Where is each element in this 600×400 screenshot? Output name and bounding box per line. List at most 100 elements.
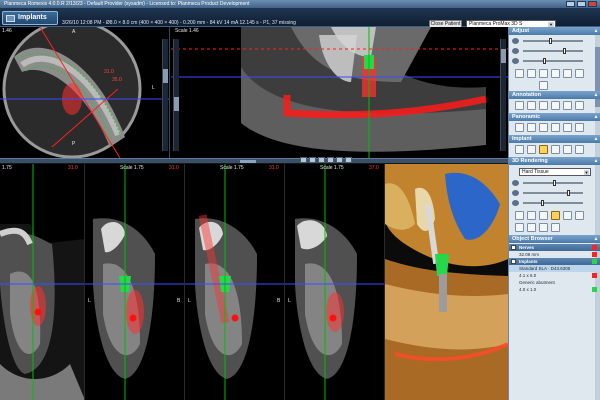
ruler-icon[interactable] — [515, 101, 524, 110]
color-swatch[interactable] — [592, 259, 597, 264]
render-color-icon[interactable] — [539, 211, 548, 220]
collapse-icon[interactable]: ▲ — [593, 158, 599, 164]
object-group-implants[interactable]: Implants — [509, 258, 600, 265]
maximize-icon[interactable] — [577, 1, 586, 7]
add-implant-icon[interactable] — [515, 145, 524, 154]
object-item[interactable]: 4.0 x 1.0 — [509, 286, 600, 293]
contrast-knob[interactable] — [563, 48, 566, 54]
object-group-nerves[interactable]: Nerves — [509, 244, 600, 251]
threshold-knob[interactable] — [567, 190, 570, 196]
section-annotation[interactable]: Annotation ▲ — [509, 91, 600, 99]
splitter-grip[interactable] — [240, 160, 256, 163]
layout-5-icon[interactable] — [336, 157, 343, 163]
collapse-icon[interactable]: ▲ — [593, 136, 599, 142]
render-soft-icon[interactable] — [563, 211, 572, 220]
layout-1-icon[interactable] — [300, 157, 307, 163]
color-swatch[interactable] — [592, 252, 597, 257]
opacity-slider[interactable] — [523, 180, 583, 186]
render-snapshot-icon[interactable] — [515, 223, 524, 232]
pano-export-icon[interactable] — [575, 123, 584, 132]
layout-3-icon[interactable] — [318, 157, 325, 163]
panel-scrollbar[interactable] — [595, 27, 600, 400]
render-view-icon[interactable] — [515, 211, 524, 220]
collapse-icon[interactable]: ▲ — [593, 114, 599, 120]
cross-section-view-1[interactable]: 1.75 31.0 — [0, 164, 85, 400]
checkbox[interactable] — [511, 259, 516, 264]
remove-implant-icon[interactable] — [575, 145, 584, 154]
object-item[interactable]: 4.1 x 6.0 — [509, 272, 600, 279]
render-bone-icon[interactable] — [551, 211, 560, 220]
text-icon[interactable] — [539, 101, 548, 110]
delete-annotation-icon[interactable] — [575, 101, 584, 110]
collapse-icon[interactable]: ▲ — [593, 236, 599, 242]
cross-section-view-4[interactable]: Scale 1.75 37.0 L — [285, 164, 385, 400]
pano-curve-icon[interactable] — [515, 123, 524, 132]
implant-rotate-icon[interactable] — [551, 145, 560, 154]
brightness-slider[interactable] — [523, 38, 583, 44]
pano-edit-icon[interactable] — [527, 123, 536, 132]
panoramic-scroll-thumb[interactable] — [174, 97, 179, 111]
render-nerve-icon[interactable] — [539, 223, 548, 232]
reset-icon[interactable] — [563, 69, 572, 78]
section-implant[interactable]: Implant ▲ — [509, 135, 600, 143]
threshold-slider[interactable] — [523, 190, 583, 196]
layout-2-icon[interactable] — [309, 157, 316, 163]
object-item[interactable]: 32.08 mm — [509, 251, 600, 258]
rendering-mode-select[interactable]: Hard Tissue ▼ — [519, 168, 591, 176]
clipping-slider[interactable] — [523, 200, 583, 206]
render-implant-icon[interactable] — [551, 223, 560, 232]
rotate-icon[interactable] — [539, 69, 548, 78]
brightness-knob[interactable] — [549, 38, 552, 44]
checkbox[interactable] — [511, 245, 516, 250]
tab-implants[interactable]: Implants — [2, 11, 58, 25]
section-panoramic[interactable]: Panoramic ▲ — [509, 113, 600, 121]
abutment-icon[interactable] — [563, 145, 572, 154]
render-light-icon[interactable] — [527, 223, 536, 232]
3d-rendering-view[interactable] — [385, 164, 508, 400]
invert-icon[interactable] — [551, 69, 560, 78]
object-item[interactable]: Generic abutment — [509, 279, 600, 286]
gamma-knob[interactable] — [543, 58, 546, 64]
section-adjust[interactable]: Adjust ▲ — [509, 27, 600, 35]
angle-icon[interactable] — [527, 101, 536, 110]
pano-width-icon[interactable] — [539, 123, 548, 132]
collapse-icon[interactable]: ▲ — [593, 28, 599, 34]
color-swatch[interactable] — [592, 245, 597, 250]
minimize-icon[interactable] — [566, 1, 575, 7]
collapse-icon[interactable]: ▲ — [593, 92, 599, 98]
area-icon[interactable] — [563, 101, 572, 110]
zoom-icon[interactable] — [515, 69, 524, 78]
fit-icon[interactable] — [539, 81, 548, 90]
panoramic-view[interactable]: Scale 1.46 — [171, 27, 508, 158]
gamma-slider[interactable] — [523, 58, 583, 64]
section-3d-rendering[interactable]: 3D Rendering ▲ — [509, 157, 600, 165]
render-crop-icon[interactable] — [527, 211, 536, 220]
implant-move-icon[interactable] — [539, 145, 548, 154]
layout-6-icon[interactable] — [345, 157, 352, 163]
pano-slice-icon[interactable] — [551, 123, 560, 132]
panoramic-right-scrollbar[interactable] — [500, 39, 506, 151]
pano-nerve-icon[interactable] — [563, 123, 572, 132]
print-icon[interactable] — [575, 69, 584, 78]
axial-scroll-thumb[interactable] — [163, 69, 168, 83]
render-reset-icon[interactable] — [575, 211, 584, 220]
pan-icon[interactable] — [527, 69, 536, 78]
cross-4-scale: Scale 1.75 — [320, 165, 344, 171]
arrow-icon[interactable] — [551, 101, 560, 110]
color-swatch[interactable] — [592, 273, 597, 278]
axial-slice-scrollbar[interactable] — [162, 39, 168, 151]
layout-4-icon[interactable] — [327, 157, 334, 163]
implant-library-icon[interactable] — [527, 145, 536, 154]
panoramic-right-thumb[interactable] — [501, 49, 506, 63]
contrast-slider[interactable] — [523, 48, 583, 54]
opacity-knob[interactable] — [553, 180, 556, 186]
close-icon[interactable] — [588, 1, 597, 7]
cross-section-view-2[interactable]: Scale 1.75 31.0 L B — [85, 164, 185, 400]
color-swatch[interactable] — [592, 287, 597, 292]
clipping-knob[interactable] — [541, 200, 544, 206]
cross-section-view-3[interactable]: Scale 1.75 31.0 L B — [185, 164, 285, 400]
axial-view[interactable]: 1.46 A P L 31.0 35.0 — [0, 27, 170, 158]
panoramic-scrollbar[interactable] — [173, 39, 179, 151]
section-object-browser[interactable]: Object Browser ▲ — [509, 235, 600, 243]
object-item[interactable]: Standard SLA · D43.6305 — [509, 265, 600, 272]
